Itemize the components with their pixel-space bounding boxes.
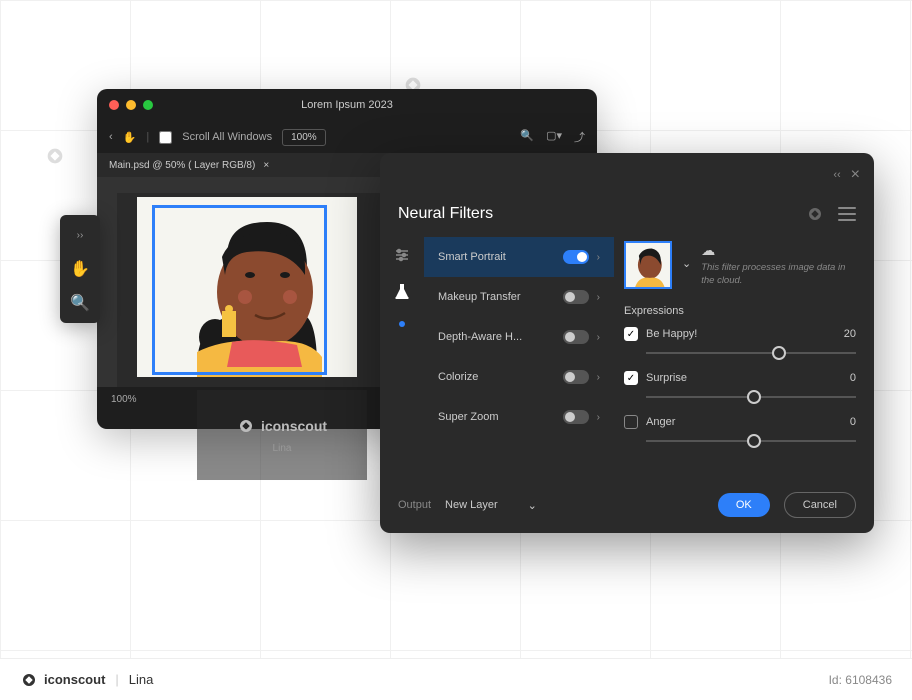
hand-icon[interactable]: ✋ [123, 131, 137, 144]
footer-brand: iconscout [44, 672, 105, 687]
gear-icon[interactable] [806, 205, 824, 223]
tool-palette: ›› ✋ 🔍 [60, 215, 100, 323]
cloud-icon: ☁ [701, 242, 715, 258]
hand-tool-icon[interactable]: ✋ [66, 255, 94, 283]
expand-palette-icon[interactable]: ›› [66, 221, 94, 249]
panel-side-tabs [380, 231, 424, 481]
ruler-vertical [97, 177, 117, 387]
active-indicator-icon [399, 321, 405, 327]
scroll-checkbox[interactable] [159, 131, 172, 144]
footer-author: Lina [129, 672, 154, 687]
toggle-switch[interactable] [563, 370, 589, 384]
filter-row[interactable]: Colorize › [424, 357, 614, 397]
brand-icon [20, 671, 38, 689]
filter-row[interactable]: Smart Portrait › [424, 237, 614, 277]
titlebar: Lorem Ipsum 2023 [97, 89, 597, 121]
section-title: Expressions [624, 305, 856, 317]
checkbox[interactable]: ✓ [624, 371, 638, 385]
filter-label: Colorize [438, 371, 555, 383]
control-label: Anger [646, 416, 842, 428]
toggle-switch[interactable] [563, 330, 589, 344]
panel-footer: Output New Layer ⌄ OK Cancel [380, 481, 874, 529]
checkbox[interactable]: ✓ [624, 327, 638, 341]
brand-icon [237, 417, 255, 435]
attrib-author: Lina [273, 443, 292, 454]
share-icon[interactable]: ⤴ [574, 129, 585, 145]
back-icon[interactable]: ‹ [109, 131, 113, 143]
beaker-tab-icon[interactable] [392, 281, 412, 301]
output-select[interactable]: New Layer ⌄ [445, 499, 537, 512]
zoom-box[interactable]: 100% [282, 129, 326, 146]
toggle-switch[interactable] [563, 290, 589, 304]
control-label: Be Happy! [646, 328, 836, 340]
output-value: New Layer [445, 499, 498, 511]
attribution-overlay: iconscout Lina [197, 390, 367, 480]
panel-title: Neural Filters [398, 205, 493, 223]
filter-list: Smart Portrait›Makeup Transfer›Depth-Awa… [424, 231, 614, 481]
toolbar: ‹ ✋ | Scroll All Windows 100% 🔍 ▢▾ ⤴ [97, 121, 597, 153]
checkbox[interactable] [624, 415, 638, 429]
preview-thumbnail[interactable] [624, 241, 672, 289]
search-icon[interactable]: 🔍 [520, 129, 534, 145]
panel-title-row: Neural Filters [380, 197, 874, 231]
cancel-button[interactable]: Cancel [784, 492, 856, 518]
control-value: 20 [844, 328, 856, 340]
menu-icon[interactable] [838, 207, 856, 221]
filter-settings: ⌄ ☁ This filter processes image data in … [614, 231, 874, 481]
ok-button[interactable]: OK [718, 493, 770, 517]
chevron-right-icon: › [597, 292, 600, 303]
collapse-icon[interactable]: ‹‹ [833, 169, 840, 181]
slider[interactable] [646, 345, 856, 361]
slider[interactable] [646, 433, 856, 449]
filter-row[interactable]: Super Zoom › [424, 397, 614, 437]
control-label: Surprise [646, 372, 842, 384]
filter-label: Depth-Aware H... [438, 331, 555, 343]
panel-header: ‹‹ × [380, 153, 874, 197]
cloud-text: This filter processes image data in the … [701, 262, 845, 286]
chevron-down-icon: ⌄ [528, 499, 537, 512]
close-tab-icon[interactable]: × [263, 160, 269, 171]
chevron-right-icon: › [597, 412, 600, 423]
attrib-brand: iconscout [261, 418, 327, 434]
output-label: Output [398, 499, 431, 511]
separator: | [115, 672, 118, 687]
control-value: 0 [850, 416, 856, 428]
chevron-down-icon[interactable]: ⌄ [682, 257, 691, 270]
filter-row[interactable]: Makeup Transfer › [424, 277, 614, 317]
toggle-switch[interactable] [563, 250, 589, 264]
tab-label: Main.psd @ 50% ( Layer RGB/8) [109, 160, 255, 171]
footer-id: Id: 6108436 [829, 673, 892, 687]
zoom-tool-icon[interactable]: 🔍 [66, 289, 94, 317]
close-panel-icon[interactable]: × [851, 166, 860, 184]
frame-icon[interactable]: ▢▾ [546, 129, 562, 145]
maximize-dot[interactable] [143, 100, 153, 110]
control-value: 0 [850, 372, 856, 384]
canvas-zoom-label: 100% [111, 394, 137, 405]
neural-filters-panel: ‹‹ × Neural Filters Smart Portrait›Makeu… [380, 153, 874, 533]
chevron-right-icon: › [597, 372, 600, 383]
slider[interactable] [646, 389, 856, 405]
minimize-dot[interactable] [126, 100, 136, 110]
page-footer: iconscout | Lina Id: 6108436 [0, 658, 912, 700]
selection-box[interactable] [152, 205, 327, 375]
traffic-lights [109, 100, 153, 110]
chevron-right-icon: › [597, 332, 600, 343]
sliders-tab-icon[interactable] [392, 245, 412, 265]
close-dot[interactable] [109, 100, 119, 110]
toggle-switch[interactable] [563, 410, 589, 424]
window-title: Lorem Ipsum 2023 [301, 99, 393, 111]
filter-row[interactable]: Depth-Aware H... › [424, 317, 614, 357]
chevron-right-icon: › [597, 252, 600, 263]
filter-label: Makeup Transfer [438, 291, 555, 303]
scroll-label: Scroll All Windows [182, 131, 272, 143]
filter-label: Super Zoom [438, 411, 555, 423]
filter-label: Smart Portrait [438, 251, 555, 263]
